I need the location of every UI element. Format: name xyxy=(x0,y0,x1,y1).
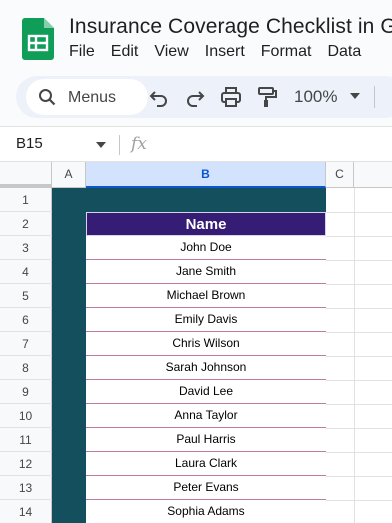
table-cell[interactable]: Chris Wilson xyxy=(86,332,326,356)
table-cell[interactable]: Anna Taylor xyxy=(86,404,326,428)
gridline xyxy=(326,212,392,213)
gridline xyxy=(326,500,392,501)
table-cell[interactable]: John Doe xyxy=(86,236,326,260)
gridline xyxy=(326,452,392,453)
table-cell[interactable]: Michael Brown xyxy=(86,284,326,308)
gridline xyxy=(326,356,392,357)
spreadsheet-grid[interactable]: A B C 1 2 3 4 5 6 7 8 9 10 11 12 13 14 N… xyxy=(0,162,392,523)
column-header-c[interactable]: C xyxy=(326,162,354,188)
row-header[interactable]: 3 xyxy=(0,236,52,260)
search-icon xyxy=(39,89,56,106)
gridline xyxy=(326,428,392,429)
table-cell[interactable]: Peter Evans xyxy=(86,476,326,500)
name-box[interactable]: B15 xyxy=(16,135,43,152)
search-menus-label: Menus xyxy=(68,89,117,106)
toolbar-divider xyxy=(374,86,375,108)
fx-icon: fx xyxy=(131,134,147,154)
zoom-select[interactable]: 100% xyxy=(294,87,337,107)
menu-edit[interactable]: Edit xyxy=(111,43,139,61)
name-column-header[interactable]: Name xyxy=(86,212,326,236)
table-cell[interactable]: Sophia Adams xyxy=(86,500,326,523)
menu-insert[interactable]: Insert xyxy=(205,43,245,61)
row-header[interactable]: 13 xyxy=(0,476,52,500)
column-header-b[interactable]: B xyxy=(86,162,326,188)
redo-icon[interactable] xyxy=(184,86,206,108)
formula-divider xyxy=(119,135,120,155)
row-header[interactable]: 12 xyxy=(0,452,52,476)
menu-view[interactable]: View xyxy=(154,43,188,61)
row-header[interactable]: 4 xyxy=(0,260,52,284)
table-cell[interactable]: Paul Harris xyxy=(86,428,326,452)
row-header[interactable]: 14 xyxy=(0,500,52,523)
gridline xyxy=(326,284,392,285)
table-cell[interactable]: David Lee xyxy=(86,380,326,404)
menu-format[interactable]: Format xyxy=(261,43,312,61)
row-header[interactable]: 2 xyxy=(0,212,52,236)
search-menus-button[interactable]: Menus xyxy=(26,79,148,115)
zoom-chevron-down-icon[interactable] xyxy=(350,93,360,99)
formula-bar: B15 fx xyxy=(0,126,392,162)
menu-data[interactable]: Data xyxy=(327,43,361,61)
column-header-d[interactable] xyxy=(354,162,392,188)
row-header[interactable]: 8 xyxy=(0,356,52,380)
toolbar: Menus 100% xyxy=(16,76,392,118)
undo-icon[interactable] xyxy=(148,86,170,108)
gridline xyxy=(326,260,392,261)
column-header-a[interactable]: A xyxy=(52,162,86,188)
gridline xyxy=(326,380,392,381)
title-bar: Insurance Coverage Checklist in Go File … xyxy=(0,0,392,72)
row-header[interactable]: 9 xyxy=(0,380,52,404)
row-header[interactable]: 10 xyxy=(0,404,52,428)
sheets-logo-icon[interactable] xyxy=(22,18,54,60)
table-cell[interactable]: Sarah Johnson xyxy=(86,356,326,380)
row-header[interactable]: 1 xyxy=(0,188,52,212)
table-cell[interactable]: Emily Davis xyxy=(86,308,326,332)
gridline xyxy=(326,476,392,477)
table-cell[interactable]: Jane Smith xyxy=(86,260,326,284)
name-box-chevron-down-icon[interactable] xyxy=(96,142,106,148)
print-icon[interactable] xyxy=(220,86,242,108)
gridline xyxy=(326,332,392,333)
row-header[interactable]: 11 xyxy=(0,428,52,452)
paint-format-icon[interactable] xyxy=(256,86,278,108)
row-header[interactable]: 7 xyxy=(0,332,52,356)
table-cell[interactable]: Laura Clark xyxy=(86,452,326,476)
menu-bar: File Edit View Insert Format Data xyxy=(69,43,377,61)
menu-file[interactable]: File xyxy=(69,43,95,61)
document-title[interactable]: Insurance Coverage Checklist in Go xyxy=(69,15,392,39)
gridline xyxy=(326,236,392,237)
row-header[interactable]: 6 xyxy=(0,308,52,332)
gridline xyxy=(326,308,392,309)
row-header[interactable]: 5 xyxy=(0,284,52,308)
gridline xyxy=(326,404,392,405)
